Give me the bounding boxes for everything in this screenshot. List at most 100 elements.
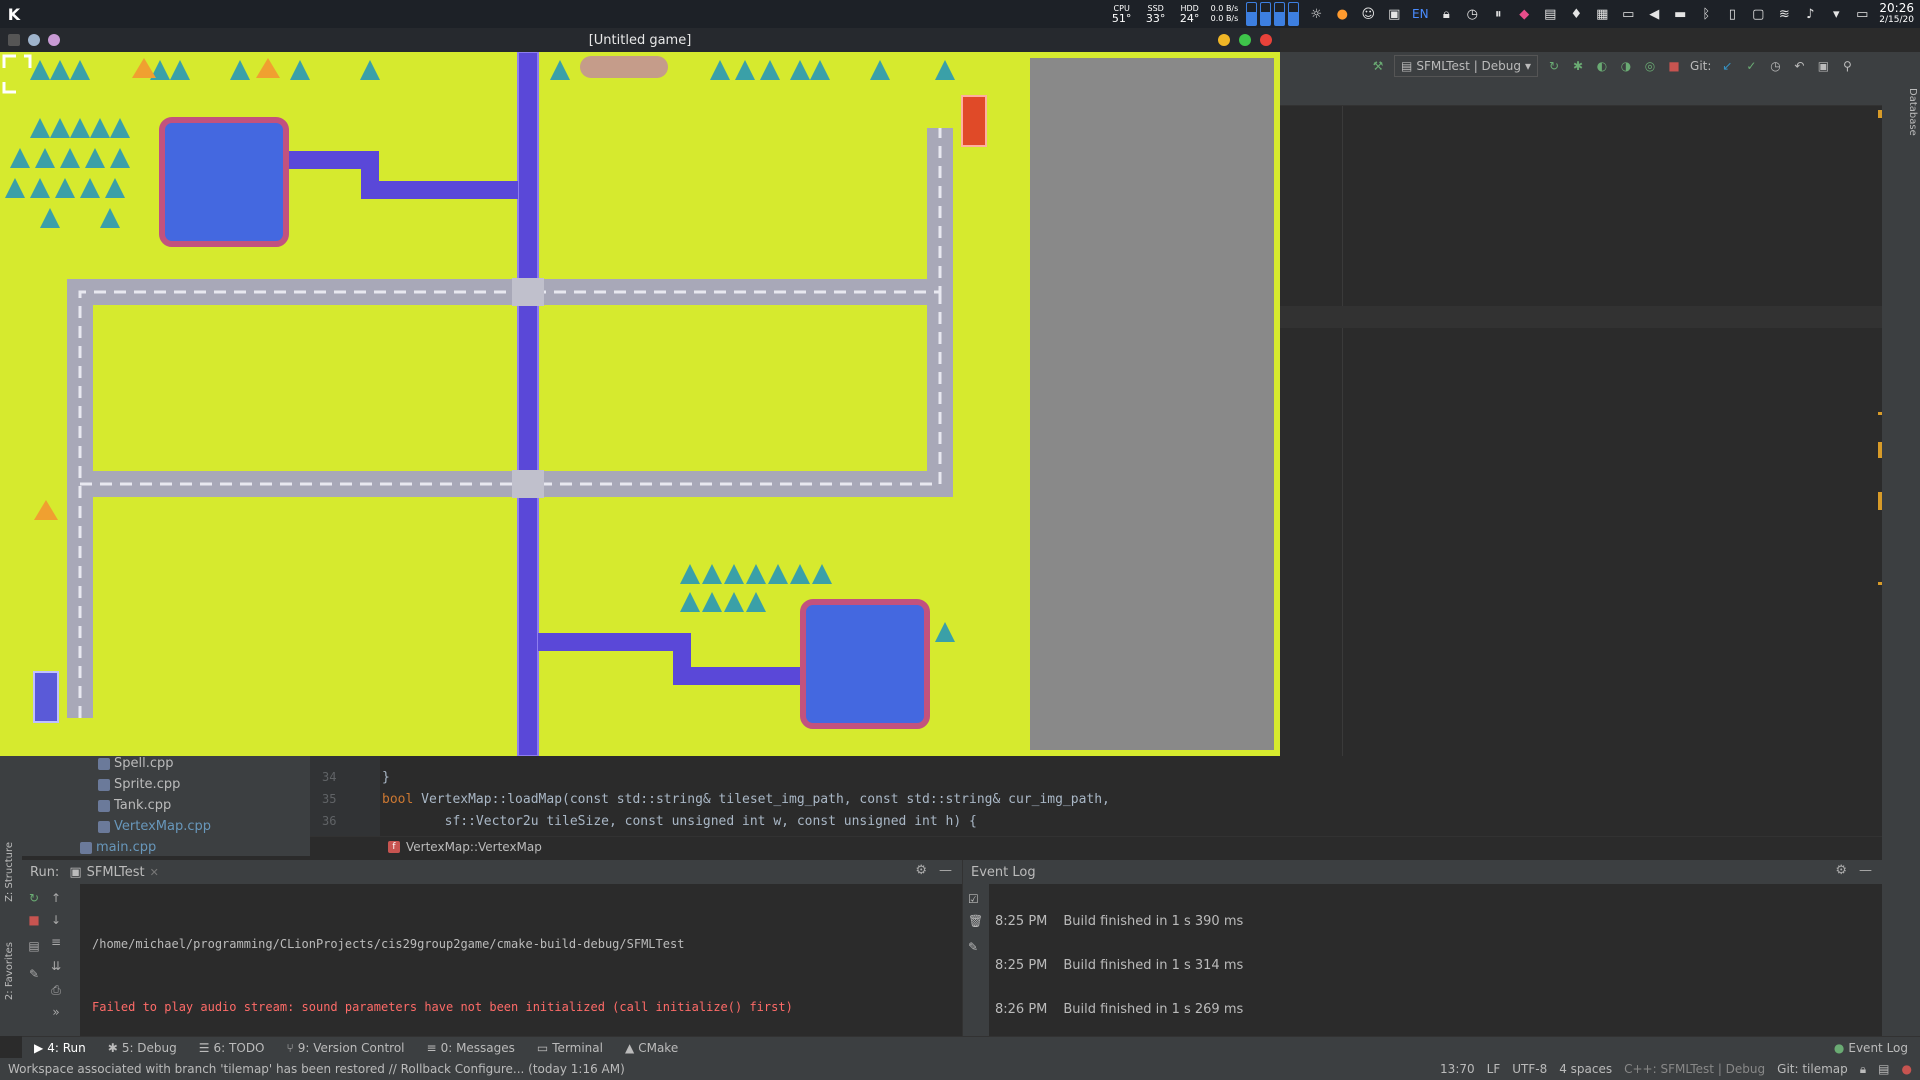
event-log-entry: 8:26 PM Build finished in 1 s 269 ms: [995, 1002, 1244, 1017]
cpp-file-icon: [98, 820, 110, 833]
tool-terminal[interactable]: ▭ Terminal: [537, 1041, 603, 1055]
minimize-button[interactable]: [1218, 34, 1230, 46]
rollback-icon[interactable]: ↶: [1791, 58, 1807, 74]
debug-bug-icon[interactable]: ✱: [1570, 58, 1586, 74]
git-branch[interactable]: Git: tilemap: [1777, 1062, 1848, 1076]
minimize-icon[interactable]: —: [939, 863, 952, 878]
soft-wrap-icon[interactable]: ≡: [48, 934, 64, 950]
volume-icon[interactable]: ◀︎: [1645, 5, 1663, 23]
tree-file-selected[interactable]: VertexMap.cpp: [98, 819, 211, 834]
tool-messages[interactable]: ≡ 0: Messages: [427, 1041, 515, 1055]
file-encoding[interactable]: UTF-8: [1512, 1062, 1547, 1076]
files-icon[interactable]: ▦: [1593, 5, 1611, 23]
branch-icon: ⑂: [286, 1040, 294, 1055]
keyboard-layout[interactable]: EN: [1411, 5, 1429, 23]
maximize-button[interactable]: [1239, 34, 1251, 46]
gear-icon[interactable]: ⚙: [915, 863, 927, 878]
weather-icon[interactable]: ☼: [1307, 5, 1325, 23]
firefox-icon[interactable]: ●: [1333, 5, 1351, 23]
screenshot-icon[interactable]: ▣: [1385, 5, 1403, 23]
attach-icon[interactable]: ◎: [1642, 58, 1658, 74]
selection-bracket: [2, 54, 32, 94]
pin-icon[interactable]: ✎: [26, 966, 42, 982]
tool-debug[interactable]: ✱ 5: Debug: [108, 1041, 177, 1055]
tool-run[interactable]: ▶ 4: Run: [34, 1041, 86, 1055]
discord-icon[interactable]: ☺: [1359, 5, 1377, 23]
git-update-icon[interactable]: ↙: [1719, 58, 1735, 74]
game-titlebar[interactable]: [Untitled game]: [0, 28, 1280, 52]
lock-icon[interactable]: 🔒︎: [1860, 1062, 1866, 1077]
caret-position[interactable]: 13:70: [1440, 1062, 1475, 1076]
git-commit-icon[interactable]: ✓: [1743, 58, 1759, 74]
tent: [34, 500, 58, 520]
minimize-icon[interactable]: —: [1859, 863, 1872, 878]
rerun-icon[interactable]: ↻: [1546, 58, 1562, 74]
run-config-select[interactable]: ▤ SFMLTest | Debug ▾: [1394, 55, 1539, 77]
mark-read-icon[interactable]: ☑: [968, 892, 979, 906]
game-canvas[interactable]: [0, 52, 1280, 756]
notifications-icon[interactable]: ♦: [1567, 5, 1585, 23]
kde-launcher-icon[interactable]: K: [0, 5, 28, 24]
history-icon[interactable]: ◷: [1767, 58, 1783, 74]
tree-file[interactable]: Spell.cpp: [98, 756, 174, 771]
messages-icon: ≡: [426, 1040, 437, 1055]
clock-icon[interactable]: ◷: [1463, 5, 1481, 23]
lock-icon[interactable]: 🔒︎: [1437, 5, 1455, 23]
scroll-to-end-icon[interactable]: ⇊: [48, 958, 64, 974]
keep-above-icon[interactable]: [28, 34, 40, 46]
breadcrumb[interactable]: f VertexMap::VertexMap: [310, 836, 1882, 856]
wifi-icon[interactable]: ≋: [1775, 5, 1793, 23]
print-icon[interactable]: ⎙: [48, 982, 64, 998]
bluetooth-icon[interactable]: ᛒ: [1697, 5, 1715, 23]
tool-todo[interactable]: ☰ 6: TODO: [199, 1041, 265, 1055]
notification-icon[interactable]: ●: [1902, 1062, 1912, 1076]
rerun-icon[interactable]: ↻: [26, 890, 42, 906]
app-menu-icon[interactable]: [8, 34, 20, 46]
layout-icon[interactable]: ▣: [1815, 58, 1831, 74]
indent-setting[interactable]: 4 spaces: [1559, 1062, 1612, 1076]
tree-file[interactable]: main.cpp: [80, 840, 156, 855]
editor-area[interactable]: [1280, 106, 1882, 756]
tool-version-control[interactable]: ⑂ 9: Version Control: [287, 1041, 405, 1055]
battery-icon[interactable]: ▬: [1671, 5, 1689, 23]
run-tab-sfmltest[interactable]: ▣ SFMLTest ✕: [69, 865, 159, 880]
status-message[interactable]: Workspace associated with branch 'tilema…: [8, 1062, 625, 1076]
stop-icon[interactable]: ■: [26, 912, 42, 928]
all-desktops-icon[interactable]: [48, 34, 60, 46]
kdeconnect-icon[interactable]: ▢: [1749, 5, 1767, 23]
favorites-tool-tab[interactable]: 2: Favorites: [4, 942, 15, 1000]
wrench-icon[interactable]: ✎: [968, 940, 978, 954]
tool-event-log[interactable]: ● Event Log: [1834, 1041, 1908, 1055]
cpp-file-icon: [98, 778, 110, 791]
build-hammer-icon[interactable]: ⚒: [1370, 58, 1386, 74]
arrow-down-icon[interactable]: ↓: [48, 912, 64, 928]
show-desktop-icon[interactable]: ▭: [1853, 5, 1871, 23]
profile-icon[interactable]: ◑: [1618, 58, 1634, 74]
search-icon[interactable]: ⚲: [1839, 58, 1855, 74]
tool-cmake[interactable]: ▲ CMake: [625, 1041, 678, 1055]
stop-icon[interactable]: ■: [1666, 58, 1682, 74]
devices-icon[interactable]: ▭: [1619, 5, 1637, 23]
arrow-up-icon[interactable]: ↑: [48, 890, 64, 906]
trash-icon[interactable]: 🗑︎: [968, 914, 983, 928]
structure-tool-tab[interactable]: Z: Structure: [4, 842, 15, 902]
clock[interactable]: 20:26 2/15/20: [1879, 2, 1914, 26]
close-button[interactable]: [1260, 34, 1272, 46]
resolve-context[interactable]: C++: SFMLTest | Debug: [1624, 1062, 1765, 1076]
usb-icon[interactable]: ▯: [1723, 5, 1741, 23]
coverage-icon[interactable]: ◐: [1594, 58, 1610, 74]
memory-icon[interactable]: ▤: [1878, 1062, 1889, 1076]
database-tool-tab[interactable]: Database: [1907, 88, 1918, 136]
speaker-icon[interactable]: ♪: [1801, 5, 1819, 23]
more-icon[interactable]: »: [48, 1004, 64, 1020]
line-separator[interactable]: LF: [1487, 1062, 1501, 1076]
tree-file[interactable]: Tank.cpp: [98, 798, 171, 813]
clipboard-icon[interactable]: ▤: [1541, 5, 1559, 23]
close-icon[interactable]: ✕: [150, 866, 159, 879]
jetbrains-toolbox-icon[interactable]: ◆: [1515, 5, 1533, 23]
layout-icon[interactable]: ▤: [26, 938, 42, 954]
expand-tray-icon[interactable]: ▾: [1827, 5, 1845, 23]
gear-icon[interactable]: ⚙: [1835, 863, 1847, 878]
pause-icon[interactable]: ⏸︎: [1489, 5, 1507, 23]
tree-file[interactable]: Sprite.cpp: [98, 777, 180, 792]
